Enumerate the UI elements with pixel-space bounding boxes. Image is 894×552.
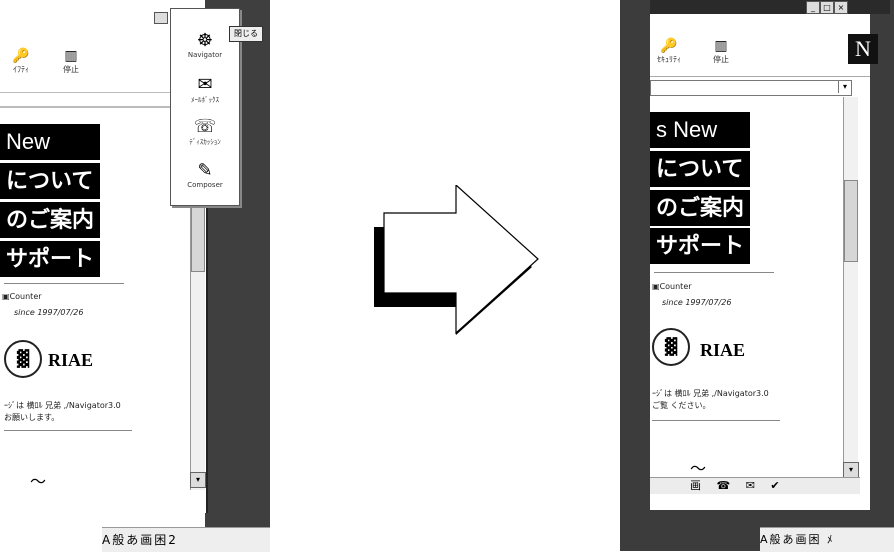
counter-label: Counter xyxy=(9,292,42,301)
transition-arrow-icon xyxy=(370,185,545,335)
toolbar-stop[interactable]: ▥ 停止 xyxy=(706,38,736,65)
minimize-button[interactable]: _ xyxy=(806,1,820,14)
stop-icon: ▥ xyxy=(64,48,78,64)
counter-icon: ▣ xyxy=(2,292,10,301)
divider xyxy=(0,106,190,108)
menu-item-guide[interactable]: のご案内 xyxy=(0,202,100,238)
close-window-button[interactable]: × xyxy=(834,1,848,14)
location-bar[interactable]: ▾ xyxy=(650,80,852,96)
security-icon: 🔑 xyxy=(660,38,678,54)
toolbar-security[interactable]: 🔑 ｲﾌﾃｨ xyxy=(6,48,36,75)
footer-text-1: ｰｼﾞは 横ﾛﾙ 兄弟 ,/Navigator3.0 xyxy=(652,389,769,398)
counter: ▣Counter xyxy=(652,282,692,291)
toolbar-stop-label: 停止 xyxy=(63,65,79,74)
toolbar-stop-label: 停止 xyxy=(713,55,729,64)
counter: ▣Counter xyxy=(2,292,42,301)
security-icon: 🔑 xyxy=(12,48,30,64)
mailbox-icon: ✉ xyxy=(197,74,213,95)
mascot-logo-icon: ▓ xyxy=(652,328,690,366)
taskbar-tray: A般あ画困2 xyxy=(102,527,270,552)
toolbar-security-label: ｲﾌﾃｨ xyxy=(13,65,29,74)
discussion-icon: ☏ xyxy=(193,116,217,137)
toolbar-stop[interactable]: ▥ 停止 xyxy=(56,48,86,75)
popup-label: Composer xyxy=(187,181,223,189)
menu-item-new[interactable]: New xyxy=(0,124,100,160)
menu-item-support[interactable]: サポート xyxy=(650,228,750,264)
menu-item-support[interactable]: サポート xyxy=(0,241,100,277)
maximize-button[interactable]: □ xyxy=(820,1,834,14)
divider xyxy=(652,420,780,421)
counter-label: Counter xyxy=(659,282,692,291)
counter-since: since 1997/07/26 xyxy=(14,308,84,317)
riae-logo: RIAE xyxy=(48,350,94,370)
vertical-scrollbar[interactable] xyxy=(843,97,858,477)
close-button[interactable]: 閉じる xyxy=(229,26,263,42)
scrollbar-thumb[interactable] xyxy=(844,180,858,262)
title-bar: _ □ × xyxy=(650,0,890,14)
minimize-button[interactable] xyxy=(154,12,168,24)
footer-text-2: ご覧 ください。 xyxy=(652,401,711,410)
netscape-logo: N xyxy=(848,34,878,64)
menu-item-guide[interactable]: のご案内 xyxy=(650,190,750,226)
riae-logo: RIAE xyxy=(700,340,746,360)
menu-item-about[interactable]: について xyxy=(0,163,100,199)
scroll-down-button[interactable]: ▾ xyxy=(843,462,859,478)
navigation-toolbar: 🔑 ｾｷｭﾘﾃｨ ▥ 停止 xyxy=(650,30,870,77)
stop-icon: ▥ xyxy=(714,38,728,54)
divider xyxy=(4,430,132,431)
taskbar-tray: A般あ画困 ﾒ xyxy=(760,527,894,552)
composer-icon: ✎ xyxy=(197,160,213,181)
footer-text-2: お願いします。 xyxy=(4,413,60,422)
counter-icon: ▣ xyxy=(652,282,660,291)
popup-item-mailbox[interactable]: ✉ ﾒｰﾙﾎﾞｯｸｽ xyxy=(171,75,239,105)
component-bar-icons[interactable]: 画 ☎ ✉ ✔ xyxy=(690,479,786,492)
squiggle-icon: 〜 xyxy=(690,459,707,478)
popup-label: ﾃﾞｨｽｶｯｼｮﾝ xyxy=(189,138,221,146)
dropdown-arrow-icon[interactable]: ▾ xyxy=(838,81,851,93)
divider xyxy=(4,283,124,284)
toolbar-security[interactable]: 🔑 ｾｷｭﾘﾃｨ xyxy=(654,38,684,65)
popup-label: ﾒｰﾙﾎﾞｯｸｽ xyxy=(191,96,219,104)
component-bar: 画 ☎ ✉ ✔ xyxy=(650,477,860,494)
counter-since: since 1997/07/26 xyxy=(662,298,732,307)
scroll-down-button[interactable]: ▾ xyxy=(190,472,206,488)
squiggle-icon: 〜 xyxy=(30,472,47,491)
popup-item-composer[interactable]: ✎ Composer xyxy=(171,160,239,190)
mascot-logo-icon: ▓ xyxy=(4,340,42,378)
menu-item-new[interactable]: s New xyxy=(650,112,750,148)
toolbar-security-label: ｾｷｭﾘﾃｨ xyxy=(657,55,681,64)
menu-item-about[interactable]: について xyxy=(650,151,750,187)
footer-text-1: ｰｼﾞは 横ﾛﾙ 兄弟 ,/Navigator3.0 xyxy=(4,401,121,410)
divider xyxy=(654,272,774,273)
popup-label: Navigator xyxy=(187,51,223,59)
popup-item-discussion[interactable]: ☏ ﾃﾞｨｽｶｯｼｮﾝ xyxy=(171,117,239,147)
